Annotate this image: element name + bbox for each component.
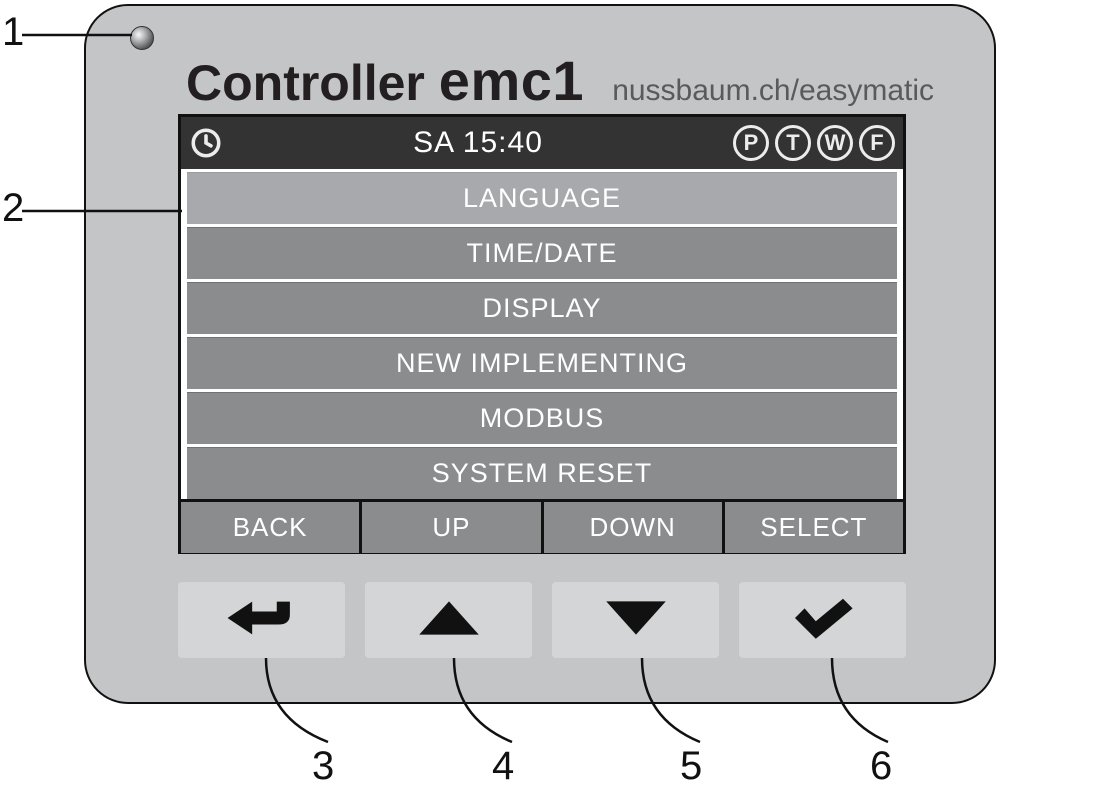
menu-item-time-date[interactable]: TIME/DATE: [187, 227, 897, 279]
menu-item-new-implementing[interactable]: NEW IMPLEMENTING: [187, 337, 897, 389]
status-bar: SA 15:40 P T W F: [181, 117, 903, 169]
callout-3: 3: [312, 744, 334, 789]
return-arrow-icon: [221, 593, 303, 648]
device-frame: Controller emc1 nussbaum.ch/easymatic SA…: [84, 4, 996, 704]
indicator-p: P: [733, 125, 769, 161]
triangle-down-icon: [601, 596, 671, 645]
menu-item-display[interactable]: DISPLAY: [187, 282, 897, 334]
down-button[interactable]: [552, 582, 719, 658]
callout-line-6: [810, 658, 970, 748]
callout-1: 1: [2, 10, 24, 55]
device-title: Controller emc1: [186, 48, 584, 113]
up-button[interactable]: [365, 582, 532, 658]
softkey-select[interactable]: SELECT: [725, 502, 903, 553]
clock-icon: [189, 126, 223, 160]
indicator-t: T: [775, 125, 811, 161]
softkey-up[interactable]: UP: [362, 502, 543, 553]
callout-2: 2: [2, 186, 24, 231]
select-button[interactable]: [739, 582, 906, 658]
indicator-f: F: [859, 125, 895, 161]
status-led: [130, 26, 154, 50]
callout-line-5: [620, 658, 780, 748]
device-header: Controller emc1 nussbaum.ch/easymatic: [186, 48, 934, 113]
menu-item-system-reset[interactable]: SYSTEM RESET: [187, 447, 897, 499]
clock-time: SA 15:40: [231, 126, 725, 160]
callout-line-3: [248, 658, 408, 748]
triangle-up-icon: [414, 596, 484, 645]
title-model: emc1: [439, 49, 584, 112]
menu-item-modbus[interactable]: MODBUS: [187, 392, 897, 444]
menu-list: LANGUAGE TIME/DATE DISPLAY NEW IMPLEMENT…: [181, 172, 903, 499]
title-main: Controller: [186, 55, 439, 111]
check-icon: [787, 593, 859, 648]
status-indicators: P T W F: [733, 125, 895, 161]
callout-line-1: [22, 28, 132, 42]
callout-4: 4: [492, 744, 514, 789]
callout-line-2: [22, 204, 182, 218]
indicator-w: W: [817, 125, 853, 161]
callout-6: 6: [870, 744, 892, 789]
back-button[interactable]: [178, 582, 345, 658]
softkey-row: BACK UP DOWN SELECT: [181, 499, 903, 553]
brand-url: nussbaum.ch/easymatic: [612, 74, 934, 108]
softkey-back[interactable]: BACK: [181, 502, 362, 553]
menu-item-language[interactable]: LANGUAGE: [187, 172, 897, 224]
callout-5: 5: [680, 744, 702, 789]
softkey-down[interactable]: DOWN: [544, 502, 725, 553]
screen: SA 15:40 P T W F LANGUAGE TIME/DATE DISP…: [178, 114, 906, 554]
callout-line-4: [432, 658, 592, 748]
physical-button-row: [178, 582, 906, 658]
